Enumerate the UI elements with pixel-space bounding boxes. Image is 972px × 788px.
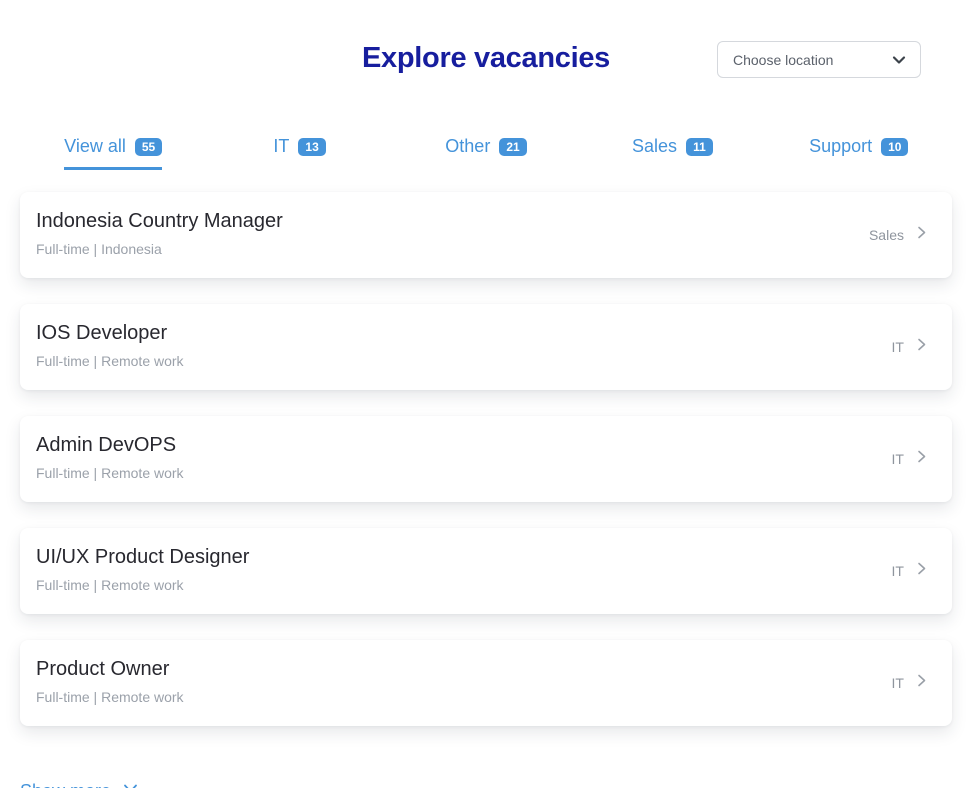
tab-count-badge: 21 bbox=[499, 138, 526, 156]
show-more-button[interactable]: Show more bbox=[20, 780, 139, 788]
location-dropdown[interactable]: Choose location bbox=[717, 41, 921, 78]
vacancy-side: IT bbox=[892, 450, 928, 468]
vacancy-meta: Full-time | Remote work bbox=[36, 353, 184, 369]
chevron-down-icon bbox=[122, 780, 139, 788]
vacancy-card[interactable]: Admin DevOPS Full-time | Remote work IT bbox=[20, 416, 952, 502]
vacancy-info: Product Owner Full-time | Remote work bbox=[36, 658, 184, 709]
tab-view-all[interactable]: View all 55 bbox=[64, 136, 162, 170]
vacancy-side: IT bbox=[892, 674, 928, 692]
vacancy-category: Sales bbox=[869, 227, 904, 243]
vacancies-page: Explore vacancies Choose location View a… bbox=[0, 0, 972, 788]
tab-other[interactable]: Other 21 bbox=[445, 136, 526, 170]
tab-label: IT bbox=[273, 136, 289, 157]
vacancy-title: UI/UX Product Designer bbox=[36, 546, 249, 569]
chevron-down-icon bbox=[891, 52, 907, 68]
location-dropdown-value: Choose location bbox=[733, 52, 833, 68]
vacancy-card[interactable]: UI/UX Product Designer Full-time | Remot… bbox=[20, 528, 952, 614]
vacancy-category: IT bbox=[892, 563, 904, 579]
tab-support[interactable]: Support 10 bbox=[809, 136, 908, 170]
chevron-right-icon bbox=[915, 226, 928, 244]
tab-count-badge: 11 bbox=[686, 138, 713, 156]
tab-sales[interactable]: Sales 11 bbox=[632, 136, 713, 170]
chevron-right-icon bbox=[915, 674, 928, 692]
vacancy-meta: Full-time | Indonesia bbox=[36, 241, 283, 257]
vacancy-category: IT bbox=[892, 451, 904, 467]
vacancy-info: UI/UX Product Designer Full-time | Remot… bbox=[36, 546, 249, 597]
tab-count-badge: 10 bbox=[881, 138, 908, 156]
tab-label: View all bbox=[64, 136, 126, 157]
vacancy-category: IT bbox=[892, 339, 904, 355]
chevron-right-icon bbox=[915, 338, 928, 356]
vacancy-info: IOS Developer Full-time | Remote work bbox=[36, 322, 184, 373]
vacancy-title: Product Owner bbox=[36, 658, 184, 681]
chevron-right-icon bbox=[915, 562, 928, 580]
vacancy-card[interactable]: Product Owner Full-time | Remote work IT bbox=[20, 640, 952, 726]
vacancy-info: Indonesia Country Manager Full-time | In… bbox=[36, 210, 283, 261]
vacancy-meta: Full-time | Remote work bbox=[36, 465, 184, 481]
tab-count-badge: 55 bbox=[135, 138, 162, 156]
vacancy-title: Admin DevOPS bbox=[36, 434, 184, 457]
chevron-right-icon bbox=[915, 450, 928, 468]
vacancy-category: IT bbox=[892, 675, 904, 691]
vacancy-list: Indonesia Country Manager Full-time | In… bbox=[20, 192, 952, 726]
category-tabs: View all 55 IT 13 Other 21 Sales 11 Supp… bbox=[20, 136, 952, 170]
vacancy-title: Indonesia Country Manager bbox=[36, 210, 283, 233]
vacancy-info: Admin DevOPS Full-time | Remote work bbox=[36, 434, 184, 485]
tab-label: Support bbox=[809, 136, 872, 157]
vacancy-side: Sales bbox=[869, 226, 928, 244]
show-more-label: Show more bbox=[20, 781, 111, 788]
vacancy-card[interactable]: IOS Developer Full-time | Remote work IT bbox=[20, 304, 952, 390]
vacancy-title: IOS Developer bbox=[36, 322, 184, 345]
vacancy-meta: Full-time | Remote work bbox=[36, 689, 184, 705]
vacancy-meta: Full-time | Remote work bbox=[36, 577, 249, 593]
vacancy-side: IT bbox=[892, 562, 928, 580]
tab-it[interactable]: IT 13 bbox=[273, 136, 325, 170]
vacancy-card[interactable]: Indonesia Country Manager Full-time | In… bbox=[20, 192, 952, 278]
vacancy-side: IT bbox=[892, 338, 928, 356]
tab-label: Sales bbox=[632, 136, 677, 157]
tab-count-badge: 13 bbox=[298, 138, 325, 156]
tab-label: Other bbox=[445, 136, 490, 157]
header: Explore vacancies Choose location bbox=[20, 0, 952, 100]
